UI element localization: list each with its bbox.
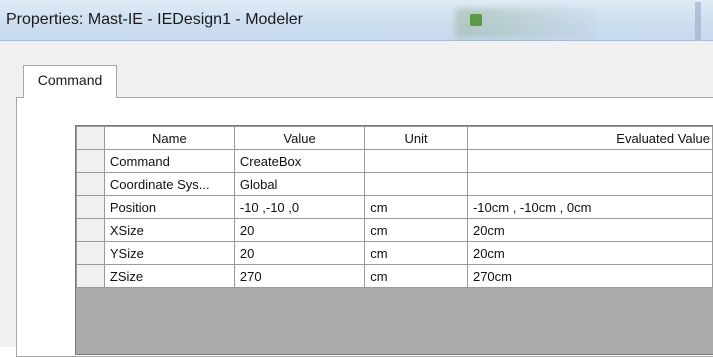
cell-value[interactable]: 270: [233, 264, 366, 288]
cell-value[interactable]: Global: [233, 172, 366, 196]
row-selector[interactable]: [76, 149, 105, 173]
cell-evaluated: 20cm: [466, 218, 713, 242]
cell-value[interactable]: 20: [233, 241, 366, 265]
column-header-evaluated-value[interactable]: Evaluated Value: [466, 126, 713, 150]
cell-evaluated: 270cm: [466, 264, 713, 288]
cell-name: Position: [103, 195, 235, 219]
row-selector[interactable]: [76, 264, 105, 288]
tab-command[interactable]: Command: [23, 65, 117, 98]
title-bar[interactable]: Properties: Mast-IE - IEDesign1 - Modele…: [0, 0, 713, 41]
column-header-value[interactable]: Value: [233, 126, 366, 150]
cell-evaluated: [466, 149, 713, 173]
row-selector[interactable]: [76, 172, 105, 196]
table-row: Position -10 ,-10 ,0 cm -10cm , -10cm , …: [76, 195, 713, 219]
table-row: YSize 20 cm 20cm: [76, 241, 713, 265]
cell-unit[interactable]: cm: [364, 264, 468, 288]
cell-unit[interactable]: cm: [364, 241, 468, 265]
cell-name: YSize: [103, 241, 235, 265]
corner-header[interactable]: [76, 126, 105, 150]
window-edge: [695, 2, 701, 40]
app-icon: [470, 14, 482, 26]
row-selector[interactable]: [76, 241, 105, 265]
cell-name: Command: [103, 149, 235, 173]
table-row: Command CreateBox: [76, 149, 713, 173]
cell-value[interactable]: CreateBox: [233, 149, 366, 173]
cell-name: XSize: [103, 218, 235, 242]
window-title: Properties: Mast-IE - IEDesign1 - Modele…: [6, 11, 303, 28]
row-selector[interactable]: [76, 218, 105, 242]
cell-unit[interactable]: cm: [364, 218, 468, 242]
cell-name: ZSize: [103, 264, 235, 288]
cell-evaluated: 20cm: [466, 241, 713, 265]
cell-value[interactable]: -10 ,-10 ,0: [233, 195, 366, 219]
header-row: Name Value Unit Evaluated Value: [76, 126, 713, 150]
cell-unit[interactable]: [364, 149, 468, 173]
table-row: XSize 20 cm 20cm: [76, 218, 713, 242]
cell-name: Coordinate Sys...: [103, 172, 235, 196]
column-header-unit[interactable]: Unit: [364, 126, 468, 150]
cell-evaluated: [466, 172, 713, 196]
cell-value[interactable]: 20: [233, 218, 366, 242]
row-selector[interactable]: [76, 195, 105, 219]
cell-evaluated: -10cm , -10cm , 0cm: [466, 195, 713, 219]
column-header-name[interactable]: Name: [103, 126, 235, 150]
property-grid: Name Value Unit Evaluated Value Command …: [76, 126, 713, 288]
table-row: Coordinate Sys... Global: [76, 172, 713, 196]
cell-unit[interactable]: cm: [364, 195, 468, 219]
cell-unit[interactable]: [364, 172, 468, 196]
table-row: ZSize 270 cm 270cm: [76, 264, 713, 288]
